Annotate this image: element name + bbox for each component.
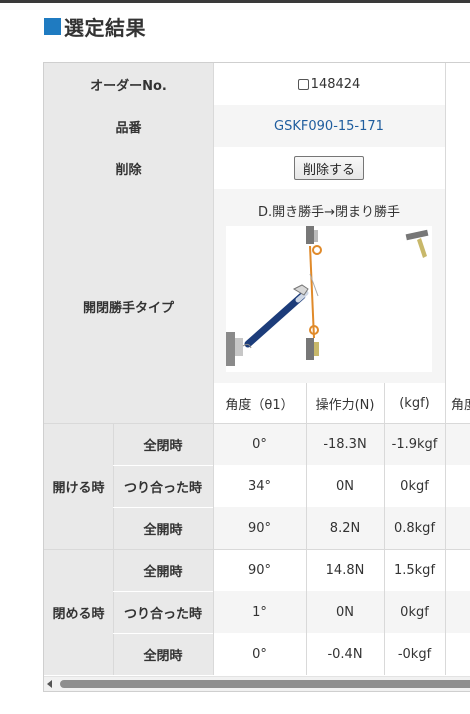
col-force-header: 操作力(N) [306,383,384,423]
open-row-angle: 34° [213,465,306,507]
close-row-angle: 90° [213,549,306,591]
open-row-kgf: 0.8kgf [384,507,445,549]
grid-line [384,383,385,675]
product-link[interactable]: GSKF090-15-171 [274,119,384,134]
delete-button[interactable]: 削除する [293,156,364,180]
scroll-left-icon[interactable] [47,680,52,688]
grid-line [113,591,213,592]
close-row-angle: 1° [213,591,306,633]
grid-line [213,63,214,675]
top-bar [0,0,470,3]
horizontal-scrollbar[interactable] [44,676,470,691]
close-row-extra [445,591,470,633]
page-title: 選定結果 [64,15,146,40]
col-angle-header: 角度（θ1） [213,383,306,423]
open-row-state: つり合った時 [113,465,213,507]
close-row-kgf: 1.5kgf [384,549,445,591]
open-row-angle: 90° [213,507,306,549]
grid-line [113,507,213,508]
close-group-label: 閉める時 [44,549,113,675]
col-kgf-header: (kgf) [384,383,445,423]
close-row-force: 14.8N [306,549,384,591]
open-group-label: 開ける時 [44,423,113,549]
grid-line [113,633,213,634]
open-row-force: 0N [306,465,384,507]
grid-line [44,549,470,550]
order-label: オーダーNo. [44,63,213,105]
open-row-state: 全閉時 [113,423,213,465]
heading-square-icon [44,17,61,35]
scrollbar-thumb[interactable] [60,680,470,688]
product-label: 品番 [44,105,213,147]
close-row-force: 0N [306,591,384,633]
close-row-kgf: -0kgf [384,633,445,675]
order-number: 148424 [310,76,361,92]
close-row-state: つり合った時 [113,591,213,633]
open-row-state: 全開時 [113,507,213,549]
open-row-force: 8.2N [306,507,384,549]
grid-line [306,383,307,675]
grid-line [445,63,446,675]
grid-line [113,465,213,466]
type-label: 開閉勝手タイプ [44,189,213,423]
delete-label: 削除 [44,147,213,189]
delete-cell: 削除する [213,147,445,189]
type-cell: D.開き勝手→閉まり勝手 [213,189,445,383]
open-row-extra [445,423,470,465]
close-row-state: 全開時 [113,549,213,591]
open-row-kgf: 0kgf [384,465,445,507]
col-angle2-header: 角度 [445,383,470,423]
page-heading: 選定結果 [44,12,146,40]
result-table: オーダーNo. 148424 品番 GSKF090-15-171 削除 削除する… [43,62,470,692]
open-row-force: -18.3N [306,423,384,465]
type-caption: D.開き勝手→閉まり勝手 [257,205,401,220]
product-cell: GSKF090-15-171 [213,105,445,147]
open-row-angle: 0° [213,423,306,465]
close-row-kgf: 0kgf [384,591,445,633]
close-row-force: -0.4N [306,633,384,675]
close-row-state: 全閉時 [113,633,213,675]
open-row-kgf: -1.9kgf [384,423,445,465]
order-checkbox[interactable] [297,78,309,90]
open-row-extra [445,507,470,549]
close-row-angle: 0° [213,633,306,675]
grid-line [44,423,470,424]
door-closer-diagram [226,226,432,372]
order-cell: 148424 [213,63,445,105]
